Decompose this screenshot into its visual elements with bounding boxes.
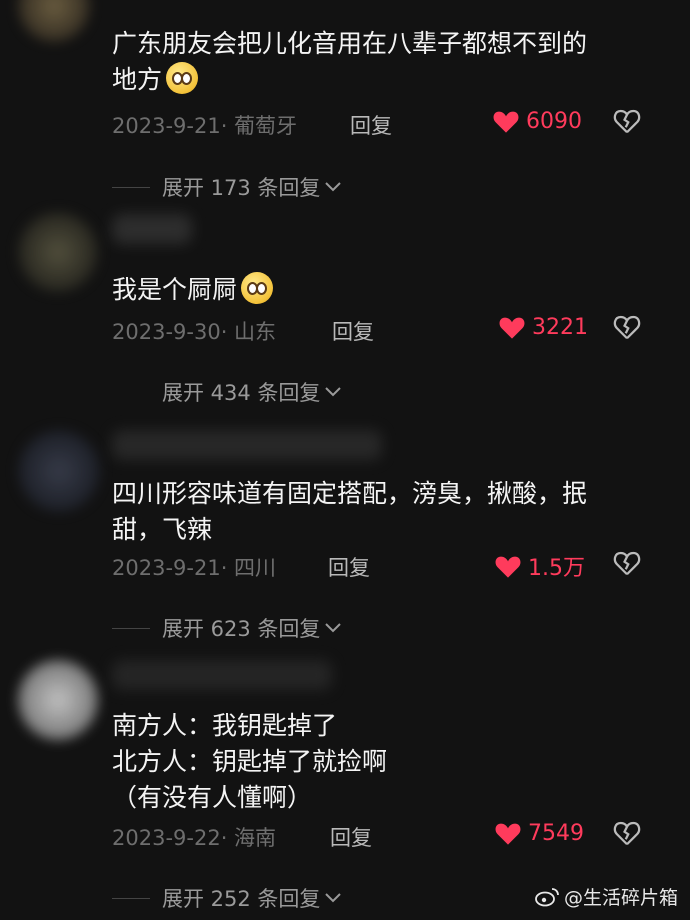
divider bbox=[112, 392, 150, 393]
weibo-watermark: @生活碎片箱 bbox=[534, 883, 678, 910]
reply-button[interactable]: 回复 bbox=[328, 552, 370, 582]
heart-icon bbox=[495, 823, 521, 845]
username-blurred bbox=[112, 660, 332, 690]
like-button[interactable]: 1.5万 bbox=[494, 550, 585, 582]
username-blurred bbox=[112, 430, 382, 460]
reply-button[interactable]: 回复 bbox=[332, 316, 374, 346]
chevron-down-icon bbox=[325, 623, 342, 633]
broken-heart-icon[interactable] bbox=[612, 818, 642, 848]
reply-button[interactable]: 回复 bbox=[330, 822, 372, 852]
chevron-down-icon bbox=[325, 893, 342, 903]
expand-replies-button[interactable]: 展开 623 条回复 bbox=[112, 613, 342, 643]
comment-date-location: 2023-9-21· 四川 bbox=[112, 556, 277, 580]
like-button[interactable]: 7549 bbox=[494, 820, 584, 846]
divider bbox=[112, 897, 150, 899]
comment-date-location: 2023-9-22· 海南 bbox=[112, 826, 277, 850]
pleading-face-emoji-icon bbox=[241, 272, 274, 304]
chevron-down-icon bbox=[325, 182, 342, 192]
watermark-text: @生活碎片箱 bbox=[563, 887, 678, 909]
avatar[interactable] bbox=[18, 0, 90, 42]
comment-date-location: 2023-9-21· 葡萄牙 bbox=[112, 114, 298, 138]
comment-text: 四川形容味道有固定搭配，滂臭，揪酸，抿 甜，飞辣 bbox=[112, 479, 588, 544]
avatar[interactable] bbox=[18, 660, 98, 740]
like-count: 6090 bbox=[526, 108, 582, 134]
chevron-down-icon bbox=[325, 387, 342, 397]
comment-text: 广东朋友会把儿化音用在八辈子都想不到的 地方 bbox=[112, 29, 588, 94]
like-count: 1.5万 bbox=[528, 556, 585, 581]
like-count: 3221 bbox=[532, 314, 588, 340]
expand-replies-button[interactable]: 展开 434 条回复 bbox=[112, 377, 342, 407]
like-button[interactable]: 3221 bbox=[498, 314, 588, 340]
comment-date-location: 2023-9-30· 山东 bbox=[112, 320, 277, 344]
broken-heart-icon[interactable] bbox=[612, 548, 642, 578]
username-blurred bbox=[112, 214, 192, 244]
divider bbox=[112, 627, 150, 629]
comment-meta: 2023-9-21· 葡萄牙 回复 6090 bbox=[112, 108, 672, 138]
like-count: 7549 bbox=[528, 820, 584, 846]
heart-icon bbox=[495, 556, 521, 578]
heart-icon bbox=[499, 317, 525, 339]
avatar[interactable] bbox=[18, 430, 100, 512]
weibo-logo-icon bbox=[535, 887, 559, 906]
comment-text: 我是个屙屙 bbox=[112, 272, 672, 308]
comment-meta: 2023-9-21· 四川 回复 1.5万 bbox=[112, 548, 672, 582]
reply-button[interactable]: 回复 bbox=[350, 110, 392, 140]
like-button[interactable]: 6090 bbox=[492, 108, 582, 134]
broken-heart-icon[interactable] bbox=[612, 106, 642, 136]
broken-heart-icon[interactable] bbox=[612, 312, 642, 342]
divider bbox=[112, 186, 150, 188]
comment-text: 南方人：我钥匙掉了 北方人：钥匙掉了就捡啊 （有没有人懂啊） bbox=[112, 711, 388, 812]
expand-replies-button[interactable]: 展开 173 条回复 bbox=[112, 172, 342, 202]
expand-replies-button[interactable]: 展开 252 条回复 bbox=[112, 883, 342, 913]
smiling-face-emoji-icon bbox=[166, 62, 199, 94]
comment-meta: 2023-9-22· 海南 回复 7549 bbox=[112, 820, 672, 850]
avatar[interactable] bbox=[18, 212, 98, 292]
heart-icon bbox=[493, 111, 519, 133]
comment-meta: 2023-9-30· 山东 回复 3221 bbox=[112, 314, 672, 344]
